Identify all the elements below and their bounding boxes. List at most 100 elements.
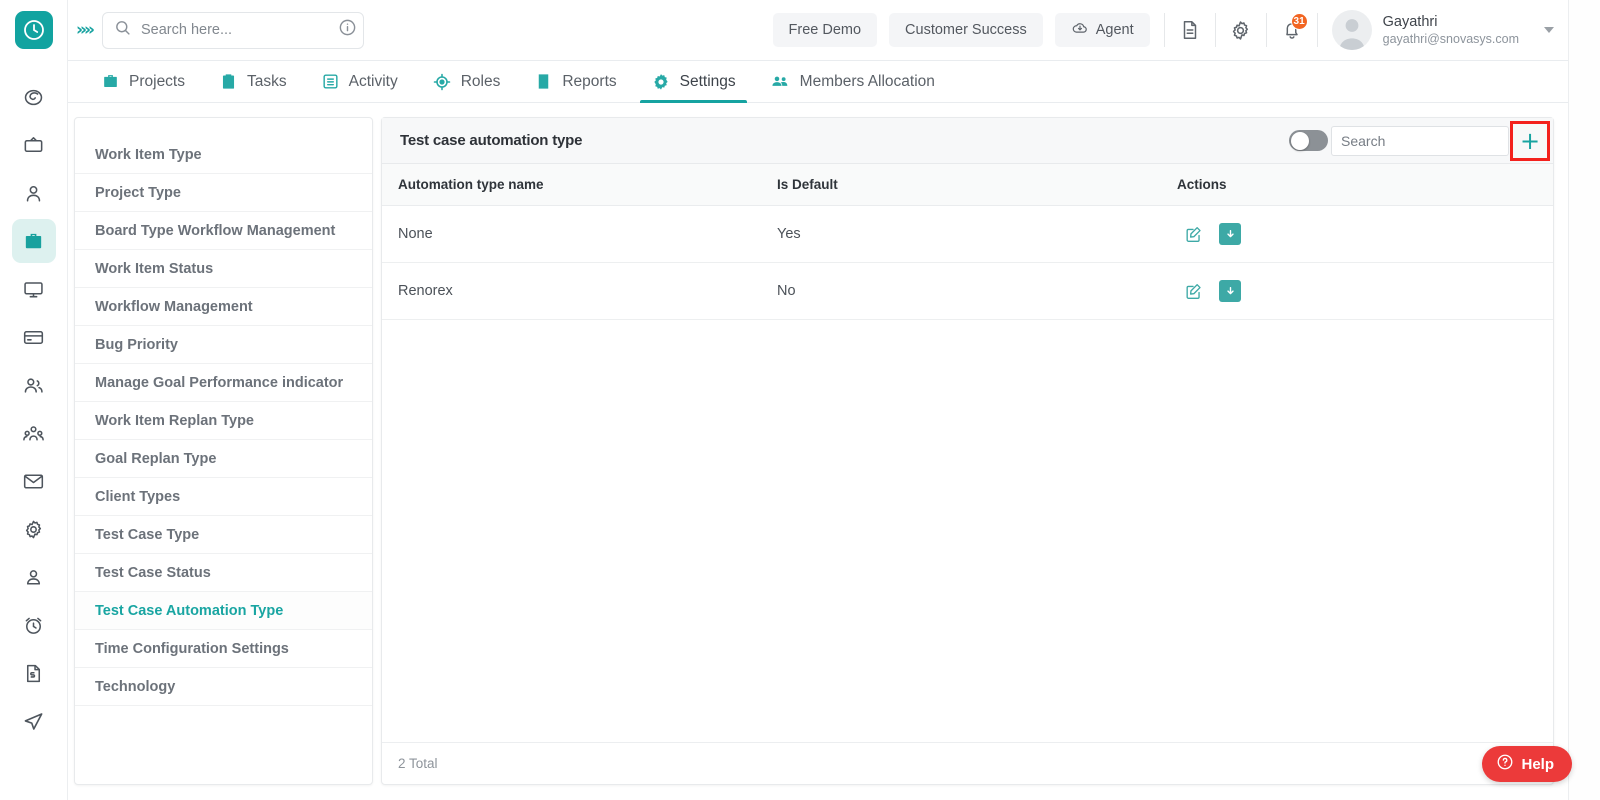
card-icon bbox=[23, 330, 44, 344]
clock-logo-icon[interactable] bbox=[14, 11, 53, 49]
toggle-knob bbox=[1290, 131, 1309, 150]
tab-settings[interactable]: Settings bbox=[634, 61, 753, 103]
tab-roles[interactable]: Roles bbox=[415, 61, 518, 103]
rail-item-target-spiral[interactable] bbox=[12, 75, 56, 119]
settings-item-label: Time Configuration Settings bbox=[95, 640, 289, 657]
settings-item-label: Board Type Workflow Management bbox=[95, 222, 336, 239]
column-is-default: Is Default bbox=[777, 164, 1177, 206]
header-actions: Free Demo Customer Success Agent 31 Gaya… bbox=[772, 0, 1568, 61]
rail-item-team[interactable] bbox=[12, 411, 56, 455]
bell-icon[interactable]: 31 bbox=[1269, 7, 1315, 53]
table-row[interactable]: Renorex No bbox=[382, 262, 1553, 320]
archive-down-icon[interactable] bbox=[1219, 280, 1241, 302]
rail-item-user[interactable] bbox=[12, 171, 56, 215]
add-automation-type-button[interactable]: + bbox=[1510, 120, 1550, 161]
tab-tasks[interactable]: Tasks bbox=[202, 61, 304, 103]
settings-item-work-item-type[interactable]: Work Item Type bbox=[75, 136, 372, 174]
users-icon bbox=[24, 377, 43, 393]
free-demo-button[interactable]: Free Demo bbox=[772, 13, 878, 47]
automation-type-table: Automation type name Is Default Actions … bbox=[382, 164, 1553, 320]
header-divider-1 bbox=[1163, 13, 1165, 47]
tab-projects[interactable]: Projects bbox=[84, 61, 202, 103]
rail-item-invoice[interactable] bbox=[12, 651, 56, 695]
card-header: Test case automation type + bbox=[382, 118, 1553, 164]
tab-members-allocation-label: Members Allocation bbox=[799, 72, 935, 90]
tab-tasks-label: Tasks bbox=[247, 72, 287, 90]
cell-actions bbox=[1177, 205, 1553, 263]
rail-item-tv[interactable] bbox=[12, 123, 56, 167]
settings-item-label: Test Case Automation Type bbox=[95, 602, 284, 619]
help-button[interactable]: Help bbox=[1482, 746, 1572, 782]
cell-actions bbox=[1177, 262, 1553, 320]
list-box-icon bbox=[323, 74, 338, 89]
rail-item-mail[interactable] bbox=[12, 459, 56, 503]
settings-item-label: Work Item Type bbox=[95, 146, 202, 163]
settings-item-project-type[interactable]: Project Type bbox=[75, 174, 372, 212]
page-body: Work Item Type Project Type Board Type W… bbox=[68, 103, 1568, 800]
target-spiral-icon bbox=[24, 89, 43, 105]
rail-item-send[interactable] bbox=[12, 699, 56, 743]
settings-item-goal-replan-type[interactable]: Goal Replan Type bbox=[75, 440, 372, 478]
customer-success-button[interactable]: Customer Success bbox=[889, 13, 1043, 47]
notification-badge: 31 bbox=[1290, 13, 1308, 30]
customer-success-label: Customer Success bbox=[905, 22, 1027, 38]
settings-item-test-case-automation-type[interactable]: Test Case Automation Type bbox=[75, 592, 372, 630]
rail-item-users[interactable] bbox=[12, 363, 56, 407]
settings-item-bug-priority[interactable]: Bug Priority bbox=[75, 326, 372, 364]
chevron-double-right-icon[interactable]: »» bbox=[76, 20, 95, 40]
target-icon bbox=[433, 73, 451, 90]
report-icon bbox=[539, 74, 549, 89]
tab-projects-label: Projects bbox=[129, 72, 185, 90]
edit-icon[interactable] bbox=[1184, 225, 1203, 244]
archive-down-icon[interactable] bbox=[1219, 223, 1241, 245]
header-divider-3 bbox=[1265, 13, 1267, 47]
settings-item-board-type-workflow[interactable]: Board Type Workflow Management bbox=[75, 212, 372, 250]
rail-item-briefcase[interactable] bbox=[11, 219, 56, 263]
rail-item-person-badge[interactable] bbox=[12, 555, 56, 599]
settings-item-label: Project Type bbox=[95, 184, 181, 201]
user-email: gayathri@snovasys.com bbox=[1382, 31, 1519, 46]
table-row[interactable]: None Yes bbox=[382, 205, 1553, 263]
rail-item-gear[interactable] bbox=[12, 507, 56, 551]
tab-reports[interactable]: Reports bbox=[517, 61, 633, 103]
settings-item-client-types[interactable]: Client Types bbox=[75, 478, 372, 516]
monitor-icon bbox=[24, 281, 43, 297]
gear-icon[interactable] bbox=[1218, 7, 1264, 53]
agent-button[interactable]: Agent bbox=[1054, 13, 1150, 47]
document-icon[interactable] bbox=[1167, 7, 1213, 53]
tab-reports-label: Reports bbox=[562, 72, 617, 90]
chevron-down-icon[interactable] bbox=[1544, 27, 1554, 33]
settings-item-label: Client Types bbox=[95, 488, 181, 505]
settings-item-time-configuration[interactable]: Time Configuration Settings bbox=[75, 630, 372, 668]
settings-item-label: Bug Priority bbox=[95, 336, 178, 353]
search-input[interactable] bbox=[140, 22, 328, 38]
global-search[interactable] bbox=[101, 11, 364, 49]
info-circle-icon[interactable] bbox=[338, 18, 357, 42]
app-header: »» Free Demo Customer Success bbox=[0, 0, 1568, 61]
table-search-input[interactable] bbox=[1331, 125, 1509, 156]
filter-toggle[interactable] bbox=[1289, 130, 1328, 151]
settings-item-test-case-type[interactable]: Test Case Type bbox=[75, 516, 372, 554]
rail-item-card[interactable] bbox=[12, 315, 56, 359]
settings-item-work-item-replan-type[interactable]: Work Item Replan Type bbox=[75, 402, 372, 440]
settings-item-work-item-status[interactable]: Work Item Status bbox=[75, 250, 372, 288]
rail-item-alarm-clock[interactable] bbox=[12, 603, 56, 647]
edit-icon[interactable] bbox=[1184, 282, 1203, 301]
tab-members-allocation[interactable]: Members Allocation bbox=[753, 61, 952, 103]
settings-item-test-case-status[interactable]: Test Case Status bbox=[75, 554, 372, 592]
logo-cell[interactable] bbox=[0, 0, 68, 61]
user-name: Gayathri bbox=[1382, 13, 1438, 30]
rail-item-monitor[interactable] bbox=[12, 267, 56, 311]
card-header-controls: + bbox=[1289, 120, 1550, 161]
help-label: Help bbox=[1521, 755, 1554, 773]
tv-icon bbox=[24, 136, 43, 152]
settings-item-technology[interactable]: Technology bbox=[75, 668, 372, 706]
table-header-row: Automation type name Is Default Actions bbox=[382, 164, 1553, 206]
tab-activity[interactable]: Activity bbox=[304, 61, 415, 103]
right-gutter bbox=[1568, 0, 1600, 800]
add-icon: + bbox=[1519, 126, 1541, 155]
table-footer: 2 Total bbox=[382, 742, 1553, 784]
settings-item-workflow-management[interactable]: Workflow Management bbox=[75, 288, 372, 326]
settings-item-goal-performance-indicator[interactable]: Manage Goal Performance indicator bbox=[75, 364, 372, 402]
user-menu[interactable]: Gayathri gayathri@snovasys.com bbox=[1320, 0, 1568, 61]
